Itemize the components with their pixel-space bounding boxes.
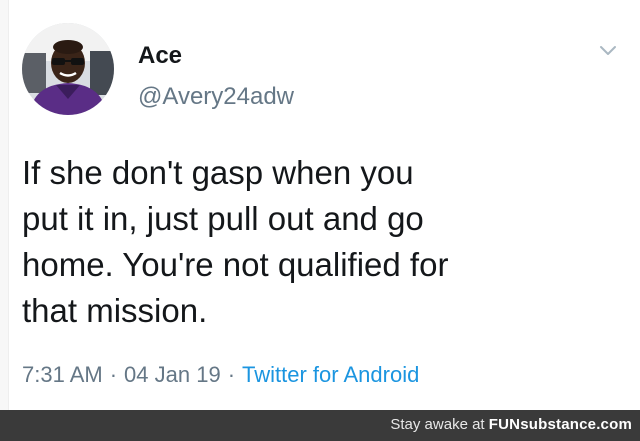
chevron-down-icon[interactable]	[597, 40, 619, 60]
tweet-time[interactable]: 7:31 AM	[22, 362, 103, 387]
meta-separator: ·	[227, 362, 236, 387]
tweet-meta: 7:31 AM · 04 Jan 19 · Twitter for Android	[22, 362, 419, 388]
tweet-source-link[interactable]: Twitter for Android	[242, 362, 419, 387]
author-handle[interactable]: @Avery24adw	[138, 83, 294, 111]
tweet-text: If she don't gasp when you put it in, ju…	[22, 150, 612, 334]
meta-separator: ·	[109, 362, 118, 387]
watermark-bar: Stay awake at FUNsubstance.com	[0, 410, 640, 441]
tweet-card: Ace @Avery24adw If she don't gasp when y…	[0, 0, 640, 410]
watermark-prefix: Stay awake at	[390, 416, 489, 433]
tweet-text-line: If she don't gasp when you	[22, 154, 414, 191]
tweet-text-line: put it in, just pull out and go	[22, 200, 424, 237]
screenshot-page: Ace @Avery24adw If she don't gasp when y…	[0, 0, 640, 441]
tweet-date[interactable]: 04 Jan 19	[124, 362, 221, 387]
watermark-brand: FUNsubstance.com	[488, 416, 632, 433]
tweet-text-line: home. You're not qualified for	[22, 246, 449, 283]
avatar[interactable]	[22, 23, 114, 115]
tweet-text-line: that mission.	[22, 292, 208, 329]
avatar-image	[22, 23, 114, 115]
author-name[interactable]: Ace	[138, 42, 182, 70]
watermark-text: Stay awake at FUNsubstance.com	[390, 416, 632, 433]
